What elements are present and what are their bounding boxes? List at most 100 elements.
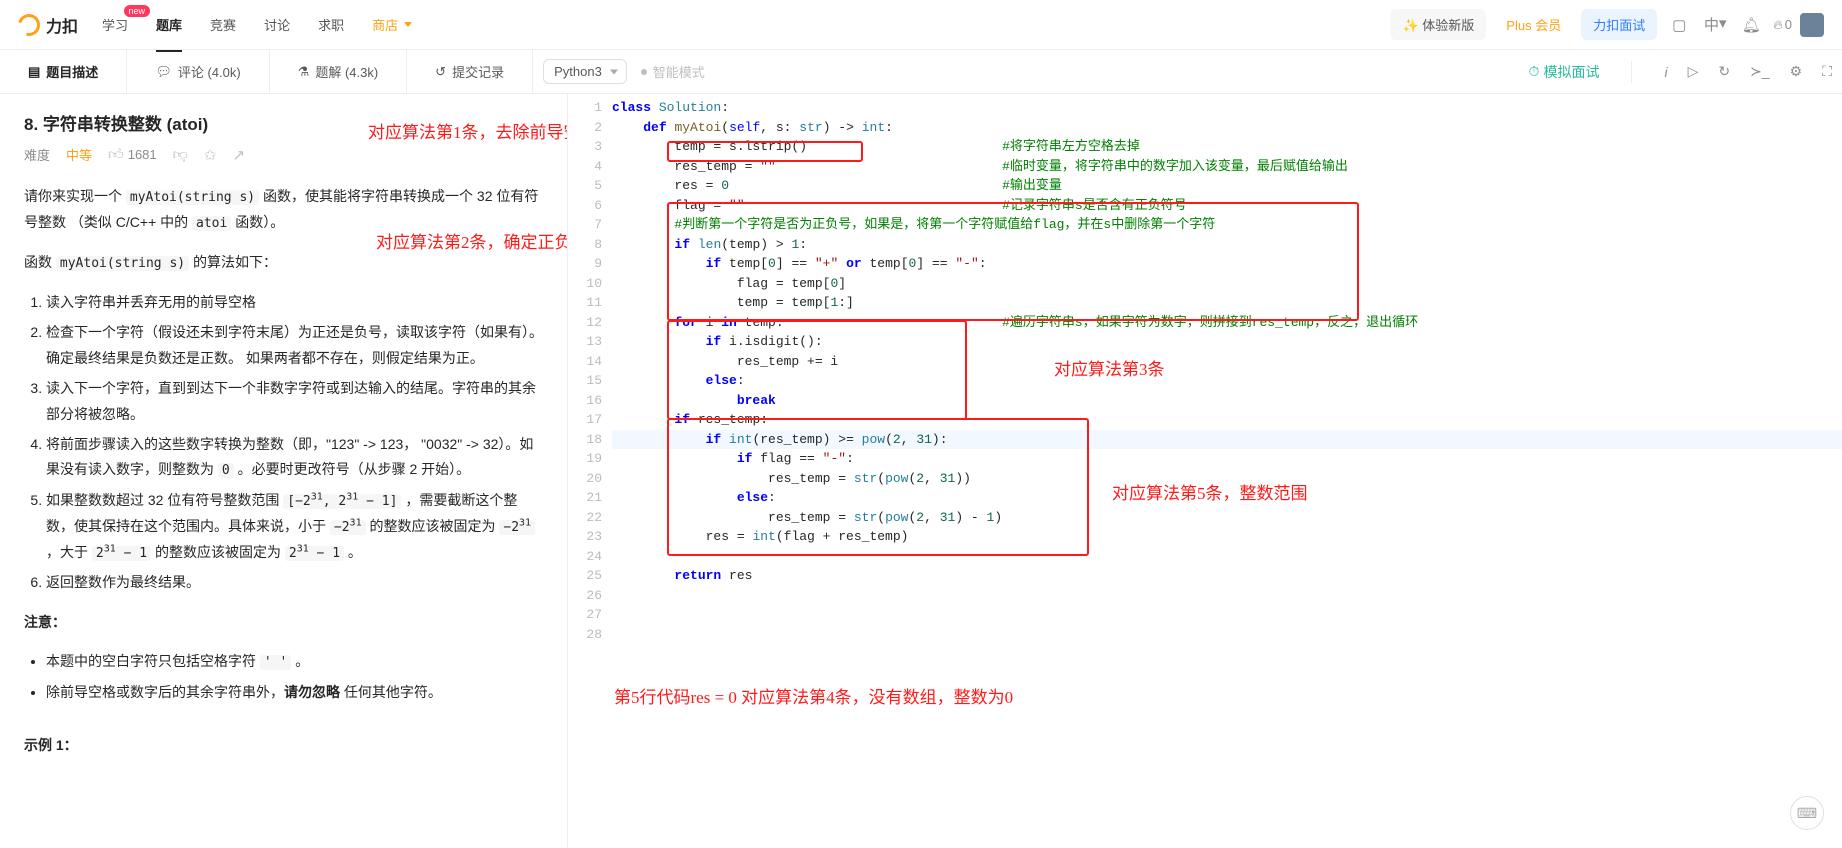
algo-step: 将前面步骤读入的这些数字转换为整数（即，"123" -> 123， "0032"… <box>46 432 543 484</box>
problem-pane: 8. 字符串转换整数 (atoi) 难度 中等 👍︎1681 👎︎ ✩ ↗ 请你… <box>0 94 568 848</box>
nav-badge: new <box>124 5 151 17</box>
brand-name: 力扣 <box>46 13 78 37</box>
dot-icon <box>641 69 647 75</box>
code-line[interactable]: res = 0 #输出变量 <box>612 176 1842 196</box>
topbar-actions: ✨ 体验新版 Plus 会员 力扣面试 ▢ 中 ▾ 🔔︎ 🔥︎0 <box>1390 9 1824 40</box>
split: 8. 字符串转换整数 (atoi) 难度 中等 👍︎1681 👎︎ ✩ ↗ 请你… <box>0 94 1842 848</box>
thumbs-up-icon: 👍︎ <box>108 146 124 164</box>
example-label: 示例 1： <box>24 733 543 759</box>
code-line[interactable]: if len(temp) > 1: <box>612 235 1842 255</box>
nav-item[interactable]: 商店 <box>372 11 412 38</box>
subbar: ▤ 题目描述 💬︎评论 (4.0k) ⚗︎ 题解 (4.3k) ↺ 提交记录 Python3… <box>0 50 1842 94</box>
flask-icon: ⚗︎ <box>298 64 310 80</box>
info-icon[interactable]: i <box>1664 64 1667 80</box>
code-line[interactable] <box>612 625 1842 645</box>
interview-button[interactable]: 力扣面试 <box>1581 9 1657 40</box>
code-line[interactable]: else: <box>612 371 1842 391</box>
sub-tab[interactable]: ▤ 题目描述 <box>0 50 127 93</box>
plus-button[interactable]: Plus 会员 <box>1494 9 1573 40</box>
nav-item[interactable]: 题库 <box>156 11 182 38</box>
streak-count[interactable]: 🔥︎0 <box>1773 17 1792 33</box>
code-line[interactable]: temp = temp[1:] <box>612 293 1842 313</box>
code-line[interactable]: if int(res_temp) >= pow(2, 31): <box>612 430 1842 450</box>
code-line[interactable]: res_temp = str(pow(2, 31) - 1) <box>612 508 1842 528</box>
lang-switch[interactable]: 中 ▾ <box>1701 14 1729 35</box>
editor-pane[interactable]: 1234567891011121314151617181920212223242… <box>568 94 1842 848</box>
sub-tab[interactable]: 💬︎评论 (4.0k) <box>127 50 269 93</box>
run-icon[interactable]: ▷ <box>1688 63 1699 80</box>
file-icon: ▤ <box>28 64 40 80</box>
share-icon[interactable]: ↗ <box>232 146 245 164</box>
nav: 学习new 题库 竞赛 讨论 求职 商店 <box>102 11 412 38</box>
algo-step: 如果整数数超过 32 位有符号整数范围 [−231, 231 − 1] ，需要截… <box>46 488 543 566</box>
avatar[interactable] <box>1800 13 1824 37</box>
topbar: 力扣 学习new 题库 竞赛 讨论 求职 商店 ✨ 体验新版 Plus 会员 力扣面试 ▢… <box>0 0 1842 50</box>
sub-tab-label: 提交记录 <box>452 62 504 81</box>
code-line[interactable] <box>612 547 1842 567</box>
code-editor[interactable]: 1234567891011121314151617181920212223242… <box>568 94 1842 648</box>
code-line[interactable]: else: <box>612 488 1842 508</box>
nav-item[interactable]: 学习new <box>102 11 128 38</box>
sub-tab-label: 评论 (4.0k) <box>178 62 241 81</box>
code-line[interactable]: #判断第一个字符是否为正负号，如果是，将第一个字符赋值给flag，并在s中删除第… <box>612 215 1842 235</box>
reset-icon[interactable]: ↻ <box>1718 63 1730 80</box>
console-icon[interactable]: ≻_ <box>1750 63 1770 80</box>
code-line[interactable]: temp = s.lstrip() #将字符串左方空格去掉 <box>612 137 1842 157</box>
algo-step: 读入字符串并丢弃无用的前导空格 <box>46 290 543 316</box>
difficulty-label: 难度 <box>24 145 50 164</box>
try-new-button[interactable]: ✨ 体验新版 <box>1390 9 1486 40</box>
float-keyboard-icon[interactable]: ⌨︎ <box>1790 796 1824 830</box>
tablet-icon[interactable]: ▢ <box>1665 16 1693 34</box>
nav-item[interactable]: 讨论 <box>264 11 290 38</box>
intelli-mode[interactable]: 智能模式 <box>641 62 705 81</box>
code-line[interactable]: if flag == "-": <box>612 449 1842 469</box>
code-line[interactable]: for i in temp: #遍历字符串s，如果字符为数字，则拼接到res_t… <box>612 313 1842 333</box>
problem-desc: 请你来实现一个 myAtoi(string s) 函数，使其能将字符串转换成一个… <box>24 184 543 759</box>
difficulty-value: 中等 <box>66 145 92 164</box>
mock-interview-button[interactable]: ⏱︎ 模拟面试 <box>1529 62 1600 82</box>
code-line[interactable]: def myAtoi(self, s: str) -> int: <box>612 118 1842 138</box>
note-item: 本题中的空白字符只包括空格字符 ' ' 。 <box>46 649 543 675</box>
sub-tab[interactable]: ↺ 提交记录 <box>407 50 533 93</box>
language-select[interactable]: Python3 <box>543 59 627 84</box>
code-line[interactable]: class Solution: <box>612 98 1842 118</box>
code-line[interactable]: if res_temp: <box>612 410 1842 430</box>
favorite-icon[interactable]: ✩ <box>204 146 217 164</box>
nav-item[interactable]: 求职 <box>318 11 344 38</box>
code-line[interactable]: res_temp = str(pow(2, 31)) <box>612 469 1842 489</box>
code-line[interactable] <box>612 586 1842 606</box>
code-line[interactable]: res_temp = "" #临时变量，将字符串中的数字加入该变量，最后赋值给输… <box>612 157 1842 177</box>
code-line[interactable]: if i.isdigit(): <box>612 332 1842 352</box>
sub-tab-label: 题目描述 <box>46 62 98 81</box>
algo-step: 检查下一个字符（假设还未到字符末尾）为正还是负号，读取该字符（如果有）。 确定最… <box>46 320 543 372</box>
clock-icon: ↺ <box>435 64 446 80</box>
fullscreen-icon[interactable]: ⛶ <box>1822 63 1832 80</box>
logo[interactable]: 力扣 <box>18 13 78 37</box>
code-line[interactable]: flag = "" #记录字符串s是否含有正负符号 <box>612 196 1842 216</box>
code-line[interactable]: break <box>612 391 1842 411</box>
logo-icon <box>14 9 44 39</box>
line-gutter: 1234567891011121314151617181920212223242… <box>568 98 612 644</box>
note-item: 除前导空格或数字后的其余字符串外，请勿忽略 任何其他字符。 <box>46 680 543 706</box>
note-label: 注意： <box>24 610 543 636</box>
code-area[interactable]: class Solution: def myAtoi(self, s: str)… <box>612 98 1842 644</box>
nav-item[interactable]: 竞赛 <box>210 11 236 38</box>
code-line[interactable]: res_temp += i <box>612 352 1842 372</box>
code-line[interactable]: return res <box>612 566 1842 586</box>
algo-step: 读入下一个字符，直到到达下一个非数字字符或到达输入的结尾。字符串的其余部分将被忽… <box>46 376 543 428</box>
code-line[interactable] <box>612 605 1842 625</box>
likes[interactable]: 👍︎1681 <box>108 146 157 164</box>
problem-title: 8. 字符串转换整数 (atoi) <box>24 110 543 135</box>
thumbs-down-icon[interactable]: 👎︎ <box>173 146 188 164</box>
code-line[interactable]: res = int(flag + res_temp) <box>612 527 1842 547</box>
code-line[interactable]: if temp[0] == "+" or temp[0] == "-": <box>612 254 1842 274</box>
bell-icon[interactable]: 🔔︎ <box>1737 16 1765 34</box>
annotation-text: 第5行代码res = 0 对应算法第4条，没有数组，整数为0 <box>614 688 1013 708</box>
sub-tab[interactable]: ⚗︎ 题解 (4.3k) <box>270 50 408 93</box>
sub-tab-label: 题解 (4.3k) <box>315 62 378 81</box>
problem-meta: 难度 中等 👍︎1681 👎︎ ✩ ↗ <box>24 145 543 164</box>
settings-icon[interactable]: ⚙︎ <box>1790 63 1803 80</box>
algo-step: 返回整数作为最终结果。 <box>46 570 543 596</box>
problem-tabs: ▤ 题目描述 💬︎评论 (4.0k) ⚗︎ 题解 (4.3k) ↺ 提交记录 <box>0 50 533 93</box>
code-line[interactable]: flag = temp[0] <box>612 274 1842 294</box>
